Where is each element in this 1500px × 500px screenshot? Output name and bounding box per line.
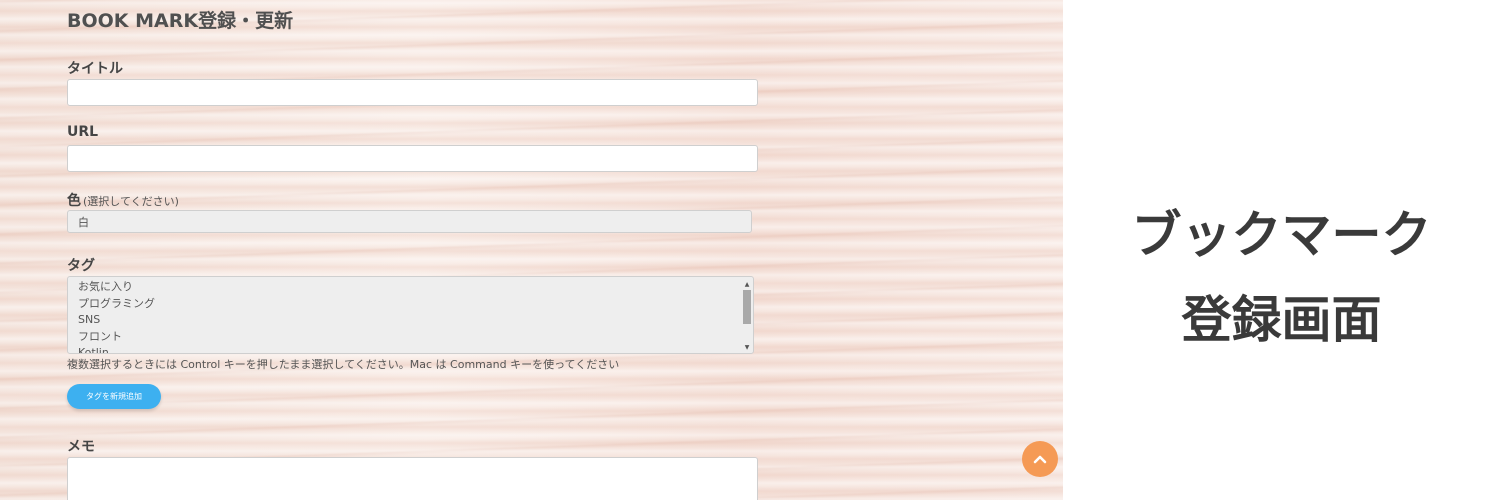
scroll-to-top-button[interactable] — [1022, 441, 1058, 477]
tag-help-text: 複数選択するときには Control キーを押したまま選択してください。Mac … — [67, 358, 620, 371]
tag-options: お気に入り プログラミング SNS フロント Kotlin — [68, 279, 155, 353]
banner-line-1: ブックマーク — [1131, 206, 1432, 264]
tag-listbox[interactable]: お気に入り プログラミング SNS フロント Kotlin ▲ ▼ — [67, 276, 754, 354]
title-input[interactable] — [67, 79, 758, 106]
url-input[interactable] — [67, 145, 758, 172]
tag-listbox-scrollbar[interactable]: ▲ ▼ — [742, 278, 752, 352]
tag-option[interactable]: お気に入り — [68, 279, 155, 296]
tag-option[interactable]: Kotlin — [68, 345, 155, 353]
scroll-down-arrow-icon[interactable]: ▼ — [742, 343, 752, 352]
memo-label: メモ — [67, 439, 95, 455]
banner-line-2: 登録画面 — [1181, 291, 1382, 349]
form-panel: BOOK MARK登録・更新 タイトル URL 色 (選択してください) 白 タグ… — [0, 0, 1063, 500]
scroll-up-arrow-icon[interactable]: ▲ — [742, 280, 752, 289]
color-label-text: 色 — [67, 193, 81, 209]
color-select[interactable]: 白 — [67, 210, 752, 233]
banner-panel: ブックマーク 登録画面 — [1063, 0, 1500, 500]
add-tag-button[interactable]: タグを新規追加 — [67, 384, 161, 409]
tag-option[interactable]: フロント — [68, 329, 155, 346]
page-title: BOOK MARK登録・更新 — [67, 10, 294, 32]
chevron-up-icon — [1033, 455, 1047, 464]
color-label: 色 (選択してください) — [67, 190, 179, 210]
url-label: URL — [67, 124, 99, 140]
title-label: タイトル — [67, 61, 123, 77]
tag-option[interactable]: SNS — [68, 312, 155, 329]
tag-option[interactable]: プログラミング — [68, 296, 155, 313]
color-hint: (選択してください) — [83, 195, 179, 208]
memo-textarea[interactable] — [67, 457, 758, 500]
tag-label: タグ — [67, 258, 95, 274]
scrollbar-thumb[interactable] — [743, 290, 751, 324]
